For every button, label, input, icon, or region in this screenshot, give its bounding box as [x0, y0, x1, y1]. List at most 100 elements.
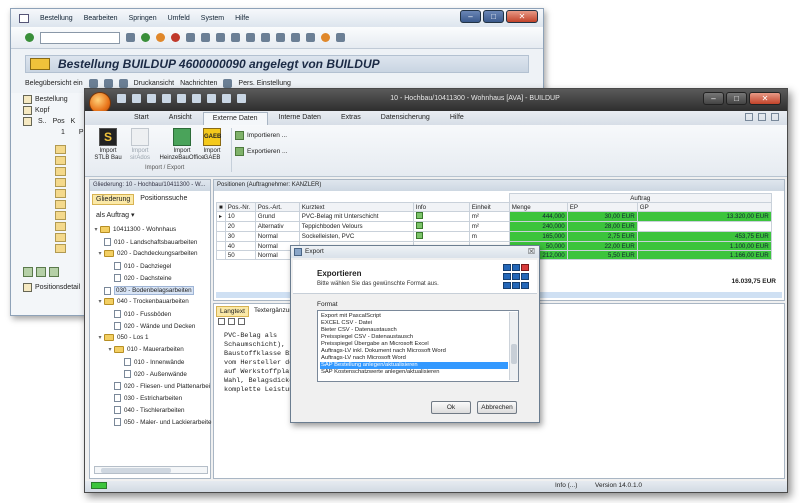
- prev-page-icon[interactable]: [246, 33, 255, 42]
- next-page-icon[interactable]: [261, 33, 270, 42]
- other-order-icon[interactable]: [88, 78, 98, 88]
- tab-externe-daten[interactable]: Externe Daten: [202, 112, 268, 125]
- cancel-button[interactable]: Abbrechen: [477, 401, 517, 414]
- exit-icon[interactable]: [156, 33, 165, 42]
- find-next-icon[interactable]: [216, 33, 225, 42]
- save-icon[interactable]: [126, 33, 135, 42]
- sap-kopf-row[interactable]: Kopf: [23, 106, 49, 115]
- col-einheit[interactable]: Einheit: [468, 202, 510, 212]
- first-page-icon[interactable]: [231, 33, 240, 42]
- layout-icon[interactable]: [336, 33, 345, 42]
- enter-icon[interactable]: [25, 33, 34, 42]
- format-option[interactable]: Bieter CSV - Datenaustausch: [320, 327, 508, 334]
- import-siraods-button[interactable]: Import sirAdos: [123, 128, 157, 162]
- format-option[interactable]: Auftrags-LV nach Microsoft Word: [320, 355, 508, 362]
- import-gaeb-button[interactable]: GAEB Import GAEB: [195, 128, 229, 162]
- row-selector[interactable]: [55, 178, 66, 187]
- deselect-icon[interactable]: [49, 267, 59, 277]
- col-info[interactable]: Info: [412, 202, 470, 212]
- select-all-icon[interactable]: [36, 267, 46, 277]
- col-pos-nr[interactable]: Pos.-Nr.: [224, 202, 256, 212]
- print-preview-icon[interactable]: [118, 78, 128, 88]
- tree-item[interactable]: 020 - Außenwände: [124, 370, 187, 378]
- details-icon[interactable]: [23, 267, 33, 277]
- row-selector[interactable]: [55, 156, 66, 165]
- tree-item[interactable]: 010 - Fussböden: [114, 310, 171, 318]
- nachrichten-button[interactable]: Nachrichten: [180, 80, 217, 87]
- info-icon[interactable]: [223, 78, 233, 88]
- sap-menu-system[interactable]: System: [201, 15, 224, 22]
- col-ep[interactable]: EP: [566, 202, 638, 212]
- edit-icon[interactable]: [162, 94, 171, 103]
- tree-item[interactable]: ▾ 10411300 - Wohnhaus: [92, 226, 176, 233]
- sap-minimize-button[interactable]: –: [460, 10, 481, 23]
- format-option[interactable]: Auftrags-LV inkl. Dokument nach Microsof…: [320, 348, 508, 355]
- format-option-selected[interactable]: SAP Bestellung anlegen/aktualisieren: [320, 362, 508, 369]
- row-selector[interactable]: [55, 189, 66, 198]
- bu-maximize-button[interactable]: □: [726, 92, 747, 105]
- col-pos-art[interactable]: Pos.-Art.: [254, 202, 300, 212]
- info-icon[interactable]: [415, 212, 423, 219]
- chevron-down-icon[interactable]: [237, 94, 246, 103]
- tab-ansicht[interactable]: Ansicht: [160, 112, 201, 125]
- tree-item[interactable]: ▾ 050 - Los 1: [96, 334, 149, 341]
- row-selector[interactable]: [55, 222, 66, 231]
- bu-close-button[interactable]: ✕: [749, 92, 781, 105]
- tree-item[interactable]: 050 - Maler- und Lackierarbeite: [114, 418, 212, 426]
- sap-command-field[interactable]: [40, 31, 120, 44]
- tree-item[interactable]: 020 - Wände und Decken: [114, 322, 195, 330]
- info-icon[interactable]: [415, 222, 423, 229]
- format-list-scrollbar[interactable]: [509, 312, 518, 380]
- sap-menu-bearbeiten[interactable]: Bearbeiten: [84, 15, 118, 22]
- sap-close-button[interactable]: ✕: [506, 10, 538, 23]
- tree-item-selected[interactable]: 030 - Bodenbelagsarbeiten: [104, 286, 194, 295]
- new-session-icon[interactable]: [291, 33, 300, 42]
- cancel-icon[interactable]: [171, 33, 180, 42]
- col-menge[interactable]: Menge: [508, 202, 568, 212]
- expand-icon[interactable]: [23, 106, 32, 115]
- paste-icon[interactable]: [238, 318, 245, 325]
- format-listbox[interactable]: Export mit PascalScript EXCEL CSV - Date…: [317, 310, 519, 382]
- importieren-button[interactable]: Importieren ...: [235, 131, 287, 140]
- status-info[interactable]: Info (...): [555, 482, 577, 489]
- format-option[interactable]: Export mit PascalScript: [320, 313, 508, 320]
- copy-icon[interactable]: [228, 318, 235, 325]
- settings-icon[interactable]: [222, 94, 231, 103]
- pers-einstellung-button[interactable]: Pers. Einstellung: [238, 80, 291, 87]
- find-icon[interactable]: [201, 33, 210, 42]
- format-option[interactable]: Preisspiegel CSV - Datenaustausch: [320, 334, 508, 341]
- sap-maximize-button[interactable]: □: [483, 10, 504, 23]
- cart-icon[interactable]: [23, 95, 32, 104]
- tab-hilfe[interactable]: Hilfe: [441, 112, 473, 125]
- format-option[interactable]: SAP Kostenschatzwerte anlegen/aktualisie…: [320, 369, 508, 376]
- tree-horizontal-scrollbar[interactable]: [94, 466, 208, 474]
- help-icon[interactable]: [321, 33, 330, 42]
- sap-item-row[interactable]: 1 P: [61, 129, 84, 136]
- tab-datensicherung[interactable]: Datensicherung: [372, 112, 439, 125]
- open-icon[interactable]: [132, 94, 141, 103]
- cut-icon[interactable]: [218, 318, 225, 325]
- check-icon[interactable]: [177, 94, 186, 103]
- bu-minimize-button[interactable]: –: [703, 92, 724, 105]
- tree-item[interactable]: 010 - Innenwände: [124, 358, 184, 366]
- tab-gliederung[interactable]: Gliederung: [92, 194, 135, 205]
- sap-menu-icon[interactable]: [19, 13, 29, 23]
- sort-dropdown[interactable]: als Auftrag ▾: [96, 211, 135, 219]
- print-icon[interactable]: [192, 94, 201, 103]
- row-selector[interactable]: [55, 244, 66, 253]
- tree-item[interactable]: 040 - Tischlerarbeiten: [114, 406, 185, 414]
- expand-icon[interactable]: [23, 117, 32, 126]
- format-option[interactable]: EXCEL CSV - Datei: [320, 320, 508, 327]
- back-icon[interactable]: [141, 33, 150, 42]
- row-selector[interactable]: [55, 167, 66, 176]
- tab-langtext[interactable]: Langtext: [216, 306, 249, 317]
- tab-positionssuche[interactable]: Positionssuche: [137, 194, 190, 205]
- langtext-body[interactable]: PVC-Belag als Schaumschicht), Baustoffkl…: [224, 332, 294, 395]
- sap-menu-umfeld[interactable]: Umfeld: [168, 15, 190, 22]
- tree-item[interactable]: 030 - Estricharbeiten: [114, 394, 182, 402]
- belegubersicht-button[interactable]: Belegübersicht ein: [25, 80, 83, 87]
- exportieren-button[interactable]: Exportieren ...: [235, 147, 287, 156]
- tree-item[interactable]: ▾ 020 - Dachdeckungsarbeiten: [96, 250, 198, 257]
- col-kurztext[interactable]: Kurztext: [298, 202, 414, 212]
- info-icon[interactable]: [415, 232, 423, 239]
